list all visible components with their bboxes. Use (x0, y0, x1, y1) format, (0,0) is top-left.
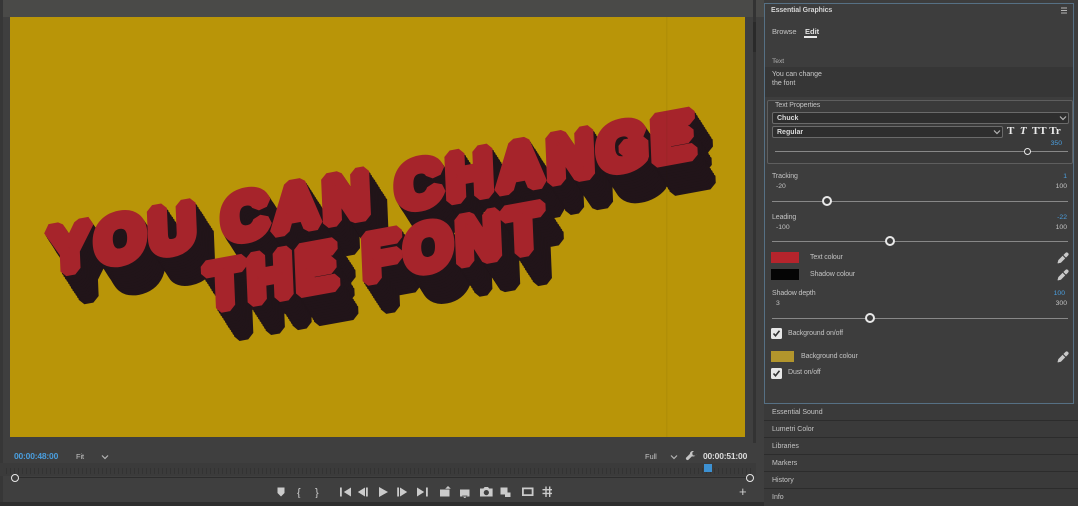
svg-text:{: { (297, 487, 301, 498)
svg-text:}: } (315, 487, 319, 498)
